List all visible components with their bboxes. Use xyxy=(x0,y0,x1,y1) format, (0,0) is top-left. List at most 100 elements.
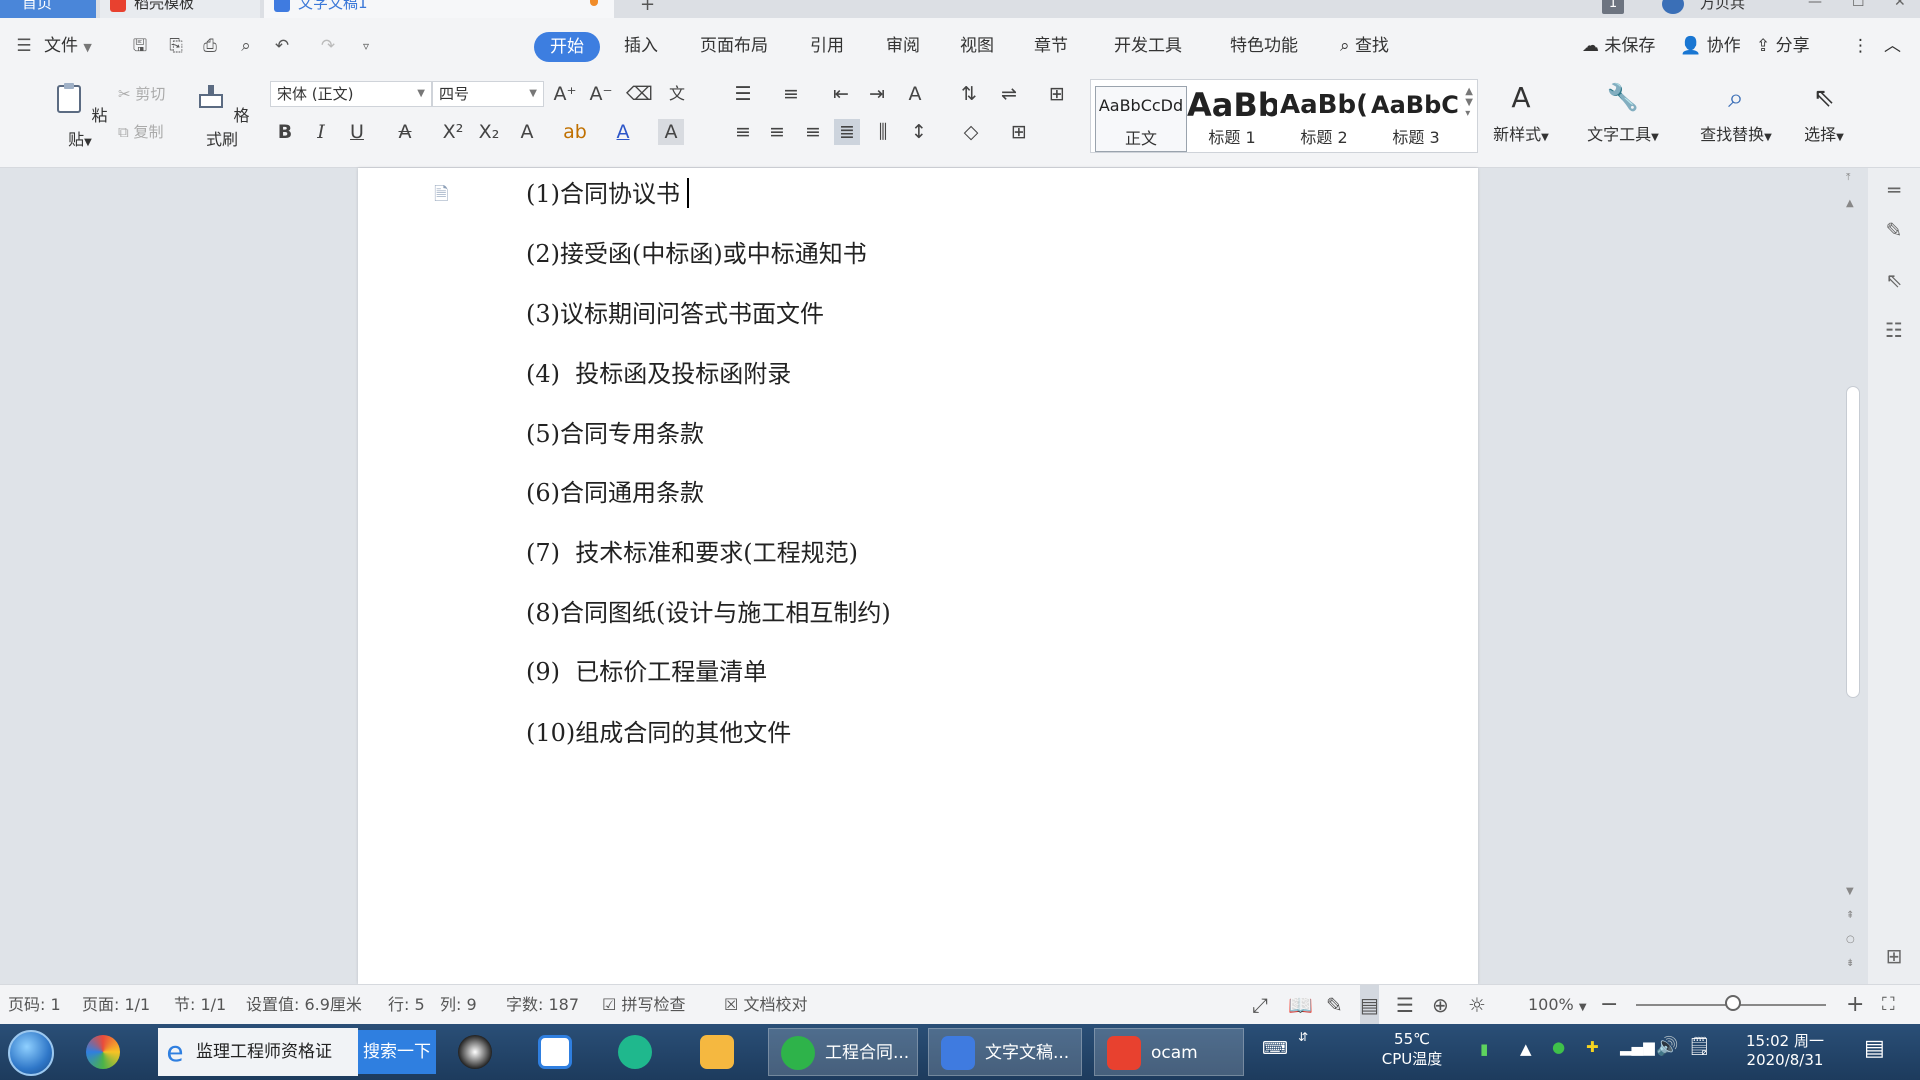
zoom-level-select[interactable]: 100% ▼ xyxy=(1528,985,1587,1028)
align-left-icon[interactable]: ≡ xyxy=(730,119,756,145)
taskbar-document-window[interactable]: 文字文稿... xyxy=(928,1028,1082,1076)
more-options-icon[interactable]: ⋮ xyxy=(1852,18,1869,75)
document-proofread-button[interactable]: ☒ 文档校对 xyxy=(724,985,807,1025)
document-line-3[interactable]: (3)议标期间问答式书面文件 xyxy=(526,294,824,329)
style-normal[interactable]: AaBbCcDd 正文 xyxy=(1095,86,1187,152)
tab-review[interactable]: 审阅 xyxy=(886,18,920,75)
tab-developer[interactable]: 开发工具 xyxy=(1114,18,1182,75)
document-line-7[interactable]: (7) 技术标准和要求(工程规范) xyxy=(526,533,858,568)
document-line-10[interactable]: (10)组成合同的其他文件 xyxy=(526,713,791,748)
tab-home[interactable]: 首页 xyxy=(0,0,96,18)
borders-icon[interactable]: ⊞ xyxy=(1006,119,1032,145)
tab-chapter[interactable]: 章节 xyxy=(1034,18,1068,75)
cpu-temperature[interactable]: 55℃ CPU温度 xyxy=(1376,1030,1448,1069)
taskbar-app-globe[interactable] xyxy=(618,1028,662,1076)
eye-protection-icon[interactable]: ☼ xyxy=(1468,985,1486,1025)
status-word-count[interactable]: 字数: 187 xyxy=(506,985,579,1025)
text-effect-icon[interactable]: A xyxy=(514,119,540,145)
hamburger-menu-icon[interactable]: ☰ xyxy=(14,36,34,56)
document-page[interactable]: 🗎 (1)合同协议书 (2)接受函(中标函)或中标通知书 (3)议标期间问答式书… xyxy=(358,168,1478,984)
tab-references[interactable]: 引用 xyxy=(810,18,844,75)
clear-format-icon[interactable]: ⌫ xyxy=(626,81,653,107)
battery-icon[interactable]: ▮ xyxy=(1480,1040,1488,1058)
document-line-1[interactable]: (1)合同协议书 xyxy=(526,174,680,209)
show-marks-icon[interactable]: ⇌ xyxy=(996,81,1022,107)
taskbar-browser[interactable]: e 监理工程师资格证 xyxy=(158,1028,358,1076)
web-view-icon[interactable]: ⊕ xyxy=(1432,985,1449,1025)
collaborate-button[interactable]: 👤 协作 xyxy=(1680,18,1741,75)
file-menu[interactable]: 文件 ▼ xyxy=(44,18,92,75)
select-button[interactable]: ⇖ 选择▼ xyxy=(1796,81,1852,145)
document-line-4[interactable]: (4) 投标函及投标函附录 xyxy=(526,354,791,389)
status-page[interactable]: 页面: 1/1 xyxy=(82,985,150,1025)
zoom-in-icon[interactable]: + xyxy=(1846,985,1864,1025)
share-button[interactable]: ⇪ 分享 xyxy=(1756,18,1810,75)
user-name[interactable]: 万贝兵 xyxy=(1700,0,1745,13)
tab-special-features[interactable]: 特色功能 xyxy=(1230,18,1298,75)
align-right-icon[interactable]: ≡ xyxy=(800,119,826,145)
underline-icon[interactable]: U xyxy=(344,119,370,145)
decrease-font-icon[interactable]: A⁻ xyxy=(588,81,614,107)
distribute-icon[interactable]: ⫼ xyxy=(870,119,896,145)
scrollbar-thumb[interactable] xyxy=(1846,386,1860,698)
spell-check-button[interactable]: ☑ 拼写检查 xyxy=(602,985,685,1025)
tab-page-layout[interactable]: 页面布局 xyxy=(700,18,768,75)
export-pdf-icon[interactable]: ⎘ xyxy=(166,36,186,56)
paste-button[interactable]: 粘贴▼ xyxy=(52,81,108,150)
tray-plus-icon[interactable]: ✚ xyxy=(1586,1038,1599,1056)
taskbar-contract-window[interactable]: 工程合同... xyxy=(768,1028,918,1076)
undo-icon[interactable]: ↶ xyxy=(272,36,292,56)
show-hidden-icons-icon[interactable]: ▲ xyxy=(1520,1040,1532,1058)
increase-indent-icon[interactable]: ⇥ xyxy=(864,81,890,107)
status-row[interactable]: 行: 5 xyxy=(388,985,425,1025)
strikethrough-icon[interactable]: A xyxy=(392,119,418,145)
decrease-indent-icon[interactable]: ⇤ xyxy=(828,81,854,107)
grid-apps-icon[interactable]: ⊞ xyxy=(1882,944,1906,968)
format-painter-button[interactable]: 格式刷 xyxy=(192,81,252,150)
shading-icon[interactable]: ◇ xyxy=(958,119,984,145)
network-icon[interactable]: ▂▄▆ xyxy=(1620,1038,1655,1056)
style-scroll-icon[interactable]: ▲ ▼ ▾ xyxy=(1465,86,1473,119)
tab-start[interactable]: 开始 xyxy=(534,32,600,62)
search-command[interactable]: ⌕ 查找 xyxy=(1340,18,1389,75)
minimize-icon[interactable]: — xyxy=(1808,0,1822,10)
read-mode-icon[interactable]: 📖 xyxy=(1288,985,1313,1025)
sort-icon[interactable]: ⇅ xyxy=(956,81,982,107)
customize-toolbar-icon[interactable]: ▿ xyxy=(356,36,376,56)
justify-icon[interactable]: ≣ xyxy=(834,119,860,145)
status-section[interactable]: 节: 1/1 xyxy=(174,985,226,1025)
character-shading-icon[interactable]: A xyxy=(658,119,684,145)
next-page-icon[interactable]: ⇟ xyxy=(1846,958,1854,969)
align-center-icon[interactable]: ≡ xyxy=(764,119,790,145)
subscript-icon[interactable]: X₂ xyxy=(476,119,502,145)
scroll-up-icon[interactable]: ▲ xyxy=(1846,198,1854,209)
font-name-select[interactable]: 宋体 (正文) ▼ xyxy=(270,81,432,107)
increase-font-icon[interactable]: A⁺ xyxy=(552,81,578,107)
print-icon[interactable]: ⎙ xyxy=(200,36,220,56)
fullscreen-icon[interactable]: ⤢ xyxy=(1252,985,1268,1025)
settings-sliders-icon[interactable]: ☷ xyxy=(1882,318,1906,342)
user-count-badge[interactable]: 1 xyxy=(1602,0,1624,14)
edit-mode-icon[interactable]: ✎ xyxy=(1326,985,1343,1025)
print-preview-icon[interactable]: ⌕ xyxy=(236,36,256,56)
document-line-6[interactable]: (6)合同通用条款 xyxy=(526,473,704,508)
cloud-save-status[interactable]: ☁ 未保存 xyxy=(1582,18,1655,75)
vertical-scrollbar[interactable]: ⤒ ▲ ▼ ⇞ ○ ⇟ xyxy=(1842,168,1862,984)
style-heading-2[interactable]: AaBb(标题 2 xyxy=(1279,86,1369,150)
close-icon[interactable]: ✕ xyxy=(1894,0,1906,10)
zoom-out-icon[interactable]: − xyxy=(1600,985,1618,1025)
document-line-5[interactable]: (5)合同专用条款 xyxy=(526,414,704,449)
input-method-icon[interactable]: ⇵ xyxy=(1298,1030,1308,1044)
select-browse-object-icon[interactable]: ○ xyxy=(1846,934,1855,945)
zoom-slider-handle[interactable] xyxy=(1725,995,1741,1011)
paragraph-handle-icon[interactable]: 🗎 xyxy=(434,182,452,205)
text-direction-icon[interactable]: A xyxy=(902,81,928,107)
taskbar-app-cloud[interactable] xyxy=(538,1028,582,1076)
new-style-button[interactable]: A 新样式▼ xyxy=(1488,81,1554,145)
font-color-icon[interactable]: A xyxy=(610,119,636,145)
bullet-list-icon[interactable]: ☰ xyxy=(730,81,756,107)
phonetic-guide-icon[interactable]: 文 xyxy=(664,81,690,107)
taskbar-app-colorful-icon[interactable] xyxy=(86,1028,130,1076)
tab-insert[interactable]: 插入 xyxy=(624,18,658,75)
bold-icon[interactable]: B xyxy=(272,119,298,145)
